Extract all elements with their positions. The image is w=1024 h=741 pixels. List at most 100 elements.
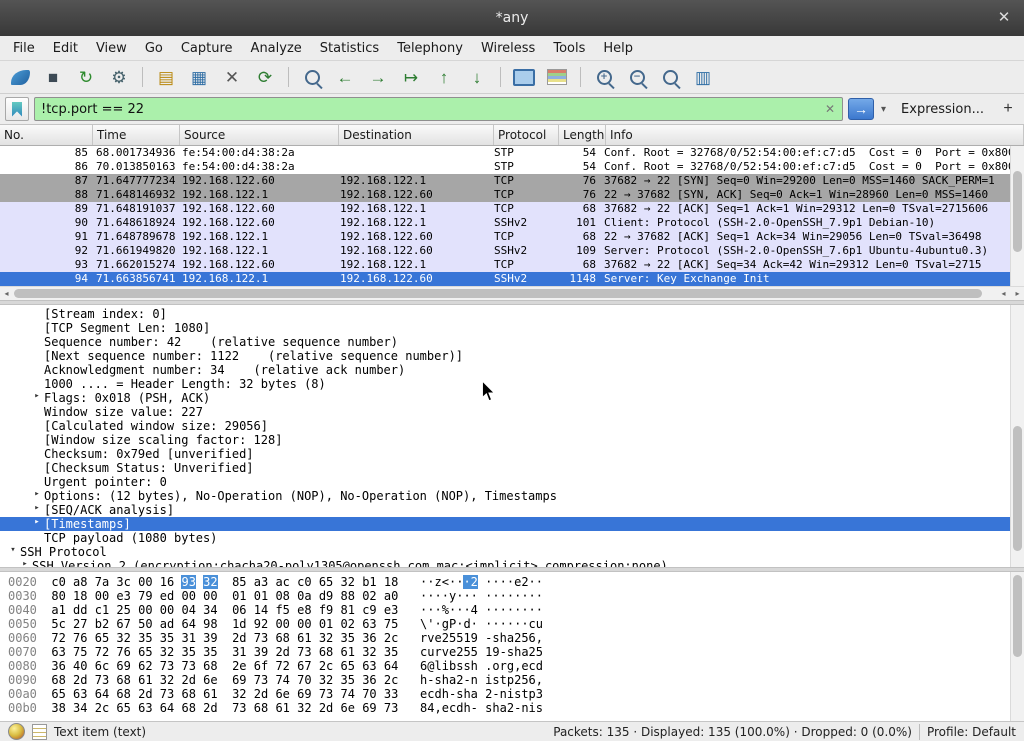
ascii-char[interactable]: d bbox=[536, 659, 543, 673]
ascii-char[interactable]: g bbox=[442, 617, 449, 631]
hex-byte[interactable]: 32 bbox=[319, 673, 333, 687]
detail-line[interactable]: Urgent pointer: 0 bbox=[0, 475, 1010, 489]
column-header-destination[interactable]: Destination bbox=[339, 125, 494, 145]
hex-byte[interactable]: 35 bbox=[203, 645, 217, 659]
hex-byte[interactable]: 72 bbox=[51, 631, 65, 645]
detail-line[interactable]: ▸[SEQ/ACK analysis] bbox=[0, 503, 1010, 517]
hex-byte[interactable]: 2d bbox=[181, 673, 195, 687]
ascii-char[interactable]: h bbox=[500, 631, 507, 645]
ascii-char[interactable]: 6 bbox=[529, 631, 536, 645]
ascii-char[interactable]: · bbox=[492, 589, 499, 603]
ascii-char[interactable]: z bbox=[435, 575, 442, 589]
hex-row-0090[interactable]: 0090 68 2d 73 68 61 32 2d 6e 69 73 74 70… bbox=[8, 673, 1010, 687]
ascii-char[interactable]: n bbox=[521, 701, 528, 715]
hex-byte[interactable]: a3 bbox=[254, 575, 268, 589]
ascii-char[interactable]: · bbox=[492, 603, 499, 617]
ascii-char[interactable]: · bbox=[500, 589, 507, 603]
ascii-char[interactable]: h bbox=[463, 701, 470, 715]
hex-byte[interactable]: 61 bbox=[203, 687, 217, 701]
hex-byte[interactable]: 68 bbox=[319, 645, 333, 659]
hex-byte[interactable]: 2d bbox=[138, 687, 152, 701]
hex-byte[interactable]: 72 bbox=[275, 659, 289, 673]
hex-byte[interactable]: 32 bbox=[362, 645, 376, 659]
filter-dropdown-button[interactable]: ▾ bbox=[879, 104, 888, 115]
ascii-char[interactable]: · bbox=[500, 603, 507, 617]
hex-byte[interactable]: 73 bbox=[160, 687, 174, 701]
hex-byte[interactable]: 76 bbox=[73, 631, 87, 645]
hex-byte[interactable]: 06 bbox=[232, 603, 246, 617]
hex-byte[interactable]: 32 bbox=[319, 631, 333, 645]
ascii-char[interactable]: · bbox=[529, 575, 536, 589]
hex-byte[interactable]: 68 bbox=[181, 687, 195, 701]
hex-byte[interactable]: 00 bbox=[95, 589, 109, 603]
hex-byte[interactable]: 63 bbox=[362, 659, 376, 673]
expand-arrow-icon[interactable]: ▸ bbox=[30, 503, 44, 517]
zoom-in-button[interactable]: + bbox=[589, 64, 619, 90]
menu-item-statistics[interactable]: Statistics bbox=[311, 38, 388, 59]
hex-byte[interactable]: 18 bbox=[384, 575, 398, 589]
ascii-char[interactable]: < bbox=[442, 575, 449, 589]
hex-byte[interactable]: 02 bbox=[362, 589, 376, 603]
ascii-char[interactable]: i bbox=[507, 687, 514, 701]
ascii-char[interactable]: e bbox=[435, 631, 442, 645]
column-header-time[interactable]: Time bbox=[93, 125, 180, 145]
window-close-button[interactable]: ✕ bbox=[994, 8, 1014, 28]
hex-byte[interactable]: 65 bbox=[95, 631, 109, 645]
detail-line[interactable]: Sequence number: 42 (relative sequence n… bbox=[0, 335, 1010, 349]
ascii-char[interactable]: · bbox=[536, 603, 543, 617]
ascii-char[interactable]: g bbox=[507, 659, 514, 673]
hex-byte[interactable]: 73 bbox=[384, 701, 398, 715]
hex-byte[interactable]: 00 bbox=[297, 617, 311, 631]
scroll-right-icon[interactable]: ▸ bbox=[1011, 289, 1024, 298]
detail-line[interactable]: [Next sequence number: 1122 (relative se… bbox=[0, 349, 1010, 363]
menu-item-go[interactable]: Go bbox=[136, 38, 172, 59]
ascii-char[interactable]: · bbox=[521, 589, 528, 603]
hex-byte[interactable]: 32 bbox=[160, 645, 174, 659]
hex-byte[interactable]: 64 bbox=[384, 659, 398, 673]
ascii-char[interactable]: r bbox=[435, 645, 442, 659]
hex-row-0040[interactable]: 0040 a1 dd c1 25 00 00 04 34 06 14 f5 e8… bbox=[8, 603, 1010, 617]
hex-row-0080[interactable]: 0080 36 40 6c 69 62 73 73 68 2e 6f 72 67… bbox=[8, 659, 1010, 673]
ascii-char[interactable]: d bbox=[435, 687, 442, 701]
detail-line[interactable]: 1000 .... = Header Length: 32 bytes (8) bbox=[0, 377, 1010, 391]
hex-byte[interactable]: a8 bbox=[73, 575, 87, 589]
ascii-char[interactable]: % bbox=[442, 603, 449, 617]
save-file-button[interactable]: ▦ bbox=[184, 64, 214, 90]
detail-line[interactable]: [TCP Segment Len: 1080] bbox=[0, 321, 1010, 335]
ascii-char[interactable]: · bbox=[529, 589, 536, 603]
expand-arrow-icon[interactable]: ▸ bbox=[30, 489, 44, 503]
hex-byte[interactable]: 68 bbox=[254, 701, 268, 715]
hex-row-00a0[interactable]: 00a0 65 63 64 68 2d 73 68 61 32 2d 6e 69… bbox=[8, 687, 1010, 701]
hex-byte[interactable]: 61 bbox=[138, 673, 152, 687]
column-header-info[interactable]: Info bbox=[606, 125, 1024, 145]
hex-byte[interactable]: 34 bbox=[73, 701, 87, 715]
hex-byte[interactable]: 00 bbox=[138, 575, 152, 589]
detail-line[interactable]: TCP payload (1080 bytes) bbox=[0, 531, 1010, 545]
hex-byte[interactable]: 2c bbox=[319, 659, 333, 673]
hex-byte[interactable]: 85 bbox=[232, 575, 246, 589]
ascii-char[interactable]: s bbox=[507, 645, 514, 659]
hex-byte[interactable]: 40 bbox=[73, 659, 87, 673]
ascii-char[interactable]: · bbox=[507, 617, 514, 631]
hex-byte[interactable]: 68 bbox=[275, 631, 289, 645]
restart-capture-button[interactable]: ↻ bbox=[71, 64, 101, 90]
hex-byte[interactable]: 36 bbox=[362, 631, 376, 645]
expand-arrow-icon[interactable]: ▸ bbox=[18, 559, 32, 567]
hex-byte[interactable]: 35 bbox=[384, 645, 398, 659]
hex-byte[interactable]: 68 bbox=[116, 673, 130, 687]
resize-columns-button[interactable]: ▥ bbox=[688, 64, 718, 90]
hex-byte[interactable]: 39 bbox=[254, 645, 268, 659]
hex-byte[interactable]: 62 bbox=[138, 659, 152, 673]
ascii-char[interactable]: 4 bbox=[427, 701, 434, 715]
hex-byte[interactable]: 00 bbox=[181, 589, 195, 603]
ascii-char[interactable]: v bbox=[427, 631, 434, 645]
hex-byte[interactable]: 63 bbox=[73, 687, 87, 701]
hex-byte[interactable]: 35 bbox=[160, 631, 174, 645]
hex-byte[interactable]: 2c bbox=[95, 701, 109, 715]
hex-byte[interactable]: 73 bbox=[160, 659, 174, 673]
hex-byte[interactable]: c9 bbox=[362, 603, 376, 617]
hex-byte[interactable]: 2e bbox=[232, 659, 246, 673]
open-file-button[interactable]: ▤ bbox=[151, 64, 181, 90]
hex-byte[interactable]: 68 bbox=[181, 701, 195, 715]
ascii-char[interactable]: · bbox=[521, 603, 528, 617]
